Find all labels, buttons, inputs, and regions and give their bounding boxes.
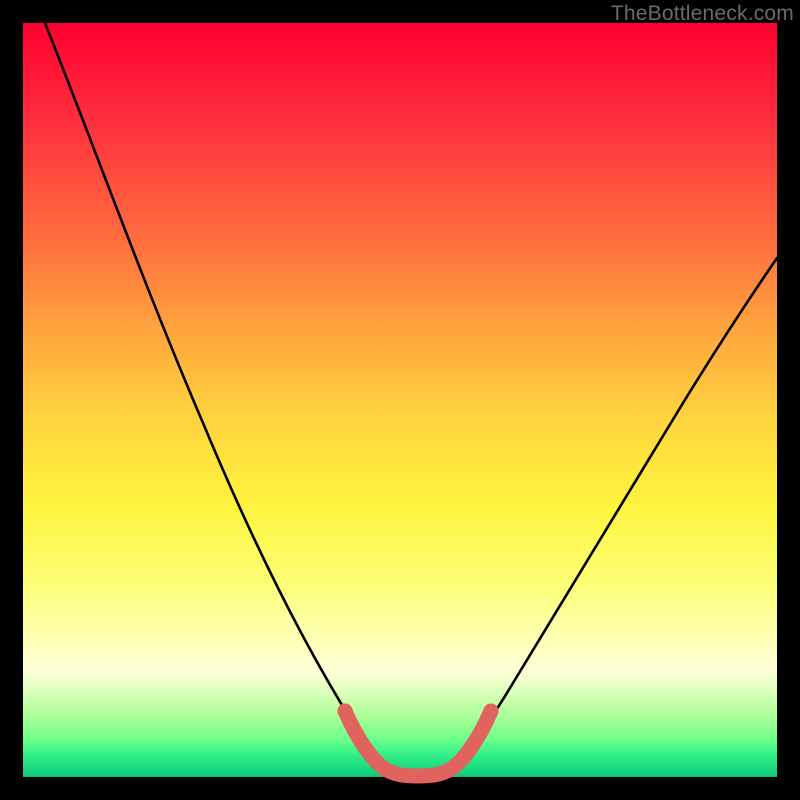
chart-frame: TheBottleneck.com [0,0,800,800]
watermark-text: TheBottleneck.com [611,2,794,26]
plot-area [23,23,777,777]
bottleneck-curve-svg [23,23,777,777]
highlight-segment [345,711,491,776]
bottleneck-curve [45,23,777,776]
highlight-dot-left [338,704,353,719]
highlight-dot-right [484,704,499,719]
